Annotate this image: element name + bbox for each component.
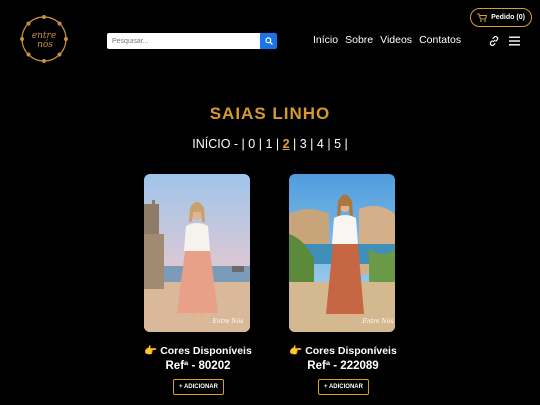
product-photo[interactable]: Entre Nós (289, 174, 395, 332)
order-button[interactable]: Pedido (0) (470, 8, 532, 27)
cart-icon (477, 13, 488, 22)
link-icon[interactable] (488, 35, 500, 47)
page-link-4[interactable]: 4 (317, 137, 324, 151)
colors-label[interactable]: 👉 Cores Disponíveis (273, 344, 413, 357)
add-button[interactable]: + ADICIONAR (173, 379, 224, 395)
page-link-0[interactable]: 0 (248, 137, 255, 151)
product-ref: Refª - 222089 (307, 360, 379, 372)
search-bar (107, 33, 277, 49)
watermark: Entre Nós (212, 318, 244, 325)
nav-item-inicio[interactable]: Início (313, 34, 338, 46)
colors-label-text: Cores Disponíveis (160, 345, 252, 357)
main-nav: Início Sobre Videos Contatos (313, 34, 461, 46)
page-link-5[interactable]: 5 (334, 137, 341, 151)
product-card[interactable]: Entre Nós (289, 174, 397, 332)
colors-label-text: Cores Disponíveis (305, 345, 397, 357)
nav-item-sobre[interactable]: Sobre (345, 34, 373, 46)
page-link-3[interactable]: 3 (300, 137, 307, 151)
add-button[interactable]: + ADICIONAR (318, 379, 369, 395)
nav-item-videos[interactable]: Videos (380, 34, 412, 46)
page-title: SAIAS LINHO (209, 104, 331, 123)
colors-label[interactable]: 👉 Cores Disponíveis (128, 344, 268, 357)
product-card[interactable]: Entre Nós (144, 174, 252, 332)
page-link-1[interactable]: 1 (265, 137, 272, 151)
svg-text:nós: nós (37, 39, 53, 50)
pagination-home[interactable]: INÍCIO - (192, 137, 238, 151)
watermark: Entre Nós (362, 318, 394, 325)
logo[interactable]: entre nós (18, 13, 70, 65)
order-button-label: Pedido (0) (491, 14, 525, 21)
product-ref: Refª - 80202 (165, 360, 231, 372)
product-photo[interactable]: Entre Nós (144, 174, 250, 332)
search-button[interactable] (260, 33, 277, 49)
menu-icon[interactable] (509, 36, 520, 46)
nav-item-contatos[interactable]: Contatos (419, 34, 461, 46)
pagination: INÍCIO - | 0 | 1 | 2 | 3 | 4 | 5 | (192, 137, 348, 151)
page-link-2-current[interactable]: 2 (283, 137, 290, 151)
search-icon (264, 37, 273, 45)
search-input[interactable] (107, 33, 260, 49)
